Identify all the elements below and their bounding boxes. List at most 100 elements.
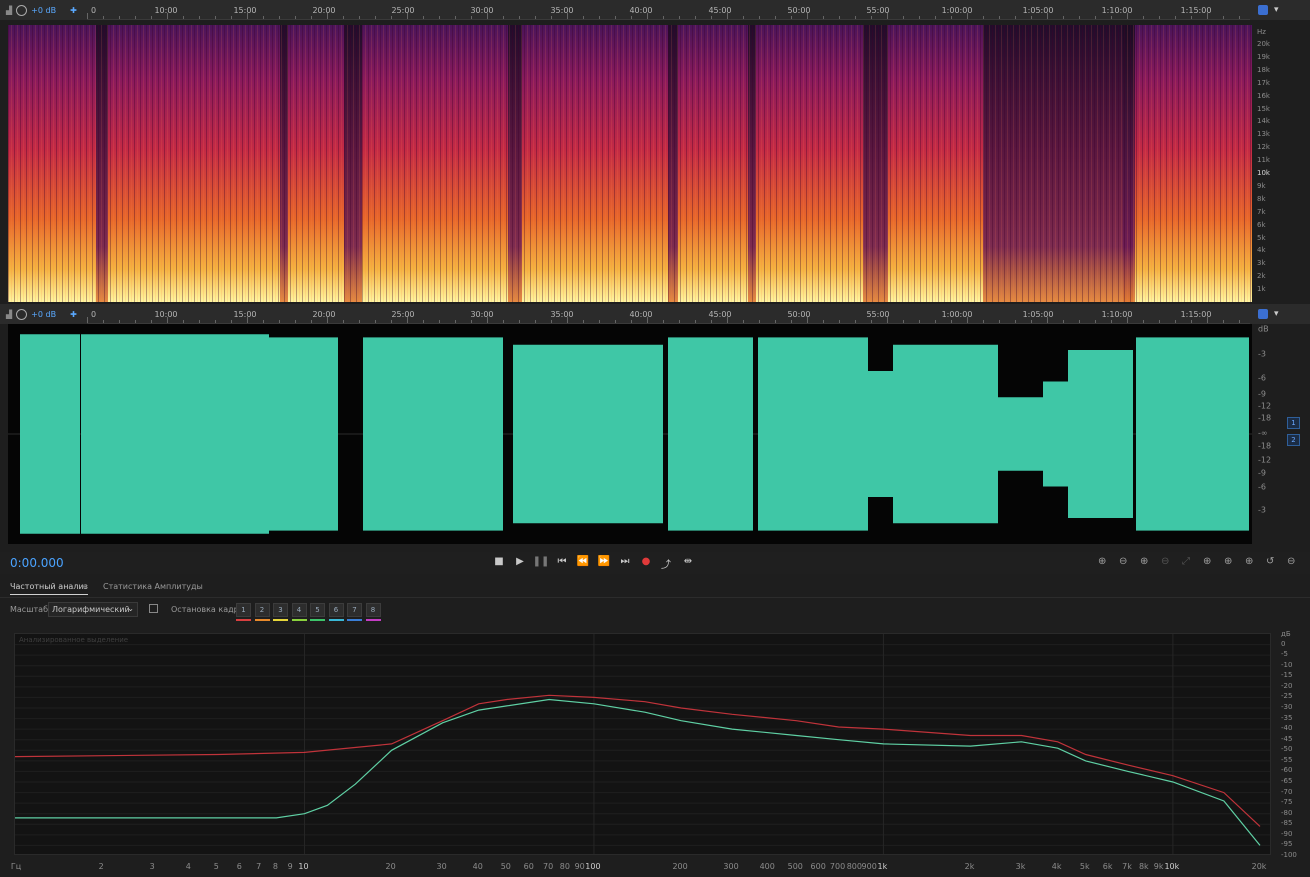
timeline-tick [439,320,440,323]
frequency-label: 6k [1257,220,1266,229]
zoom-track-icon[interactable] [1258,5,1268,15]
pin-icon[interactable]: ✚ [70,310,77,319]
frequency-label: 14k [1257,117,1270,126]
x-axis-label: 7k [1122,862,1132,871]
waveform-segment [1068,350,1133,518]
timeline-ruler[interactable]: 0 10:00 15:00 20:00 25:00 30:00 35:00 40:00 45:0… [87,304,1250,324]
timeline-tick [1063,320,1064,323]
analysis-options: Масштаб: Логарифмический ⌄ Остановка кад… [0,602,1310,624]
timeline-tick [855,320,856,323]
freeze-frame-button-1[interactable]: 1 [236,603,251,617]
x-axis-label: 5k [1079,862,1090,871]
gain-label[interactable]: +0 dB [31,310,56,319]
freeze-frame-button-3[interactable]: 3 [273,603,288,617]
zoom-reset-icon[interactable]: ↺ [1266,556,1274,567]
skip-selection-icon[interactable]: ⇹ [684,556,692,567]
freeze-frame-button-2[interactable]: 2 [254,603,270,617]
timeline-tick [631,320,632,323]
waveform-segment [758,337,868,531]
play-icon[interactable]: ▶ [516,556,524,567]
waveform-segment [998,397,1043,471]
timeline-tick [359,16,360,19]
timeline-tick [247,317,248,323]
timeline-tick [487,317,488,323]
timeline-tick [391,320,392,323]
spectral-display[interactable] [8,25,1252,302]
x-axis-label: 20k [1251,862,1267,871]
pin-icon[interactable]: ✚ [70,6,77,15]
marker-pin-icon[interactable]: ▾ [1274,5,1279,15]
record-icon[interactable]: ● [642,556,651,567]
channel-1-toggle[interactable]: 1 [1287,417,1300,429]
zoom-in-right-icon[interactable]: ⊕ [1224,556,1232,567]
freeze-frame-button-5[interactable]: 5 [310,603,325,617]
zoom-out-full-icon[interactable]: ⊖ [1287,556,1295,567]
timeline-tick [663,320,664,323]
db-label: -9 [1258,389,1266,399]
x-axis-label: 9k [1153,862,1164,871]
zoom-selection-icon[interactable]: ⊕ [1245,556,1253,567]
timeline-tick [1239,320,1240,323]
timeline-tick [791,16,792,19]
level-meter-icon[interactable]: ▟ [6,6,12,15]
timeline-tick [759,16,760,19]
timeline-tick [647,13,648,19]
zoom-in-time-icon[interactable]: ⊕ [1140,556,1148,567]
gain-knob-icon[interactable] [16,4,28,16]
x-axis-label: 70 [543,862,554,871]
timeline-label: 45:00 [708,310,732,319]
rewind-icon[interactable]: ⏪ [577,556,589,567]
timeline-label: 0 [91,310,97,319]
db-label: -18 [1258,441,1272,451]
waveform-display[interactable] [8,324,1252,544]
x-axis-label: 500 [787,862,803,871]
loop-icon[interactable]: ⤴ [661,556,671,571]
level-meter-icon[interactable]: ▟ [6,310,12,319]
tab-frequency-analysis[interactable]: Частотный анализ [10,582,88,595]
copy-icon[interactable] [149,604,158,613]
y-axis-label: -20 [1281,681,1293,690]
timeline-tick [551,16,552,19]
frequency-graph[interactable]: Анализированное выделение [14,633,1271,855]
gain-knob-icon[interactable] [16,308,28,320]
y-axis-label: -10 [1281,660,1293,669]
fast-forward-icon[interactable]: ⏩ [598,556,610,567]
x-axis-label: 300 [723,862,739,871]
zoom-in-amplitude-icon[interactable]: ⊕ [1098,556,1106,567]
go-end-icon[interactable]: ⏭ [621,556,630,567]
freeze-frame-color [328,619,344,621]
timeline-tick [551,320,552,323]
y-axis-label: -25 [1281,692,1293,701]
zoom-full-icon[interactable]: ⤢ [1182,556,1190,567]
db-label: -6 [1258,482,1266,492]
x-axis-label: 100 [585,862,601,871]
timeline-tick [1015,16,1016,19]
timeline-tick [951,16,952,19]
zoom-out-time-icon[interactable]: ⊖ [1161,556,1169,567]
zoom-track-icon[interactable] [1258,309,1268,319]
timeline-tick [1223,16,1224,19]
gain-label[interactable]: +0 dB [31,6,56,15]
frequency-label: 20k [1257,40,1270,48]
freeze-frame-button-6[interactable]: 6 [328,603,344,617]
freeze-frame-button-4[interactable]: 4 [291,603,307,617]
frequency-label: 19k [1257,52,1270,61]
tab-amplitude-statistics[interactable]: Статистика Амплитуды [103,582,203,591]
timeline-tick [119,320,120,323]
panel-menu-icon[interactable]: ≡ [81,582,88,591]
freeze-frame-button-8[interactable]: 8 [365,603,381,617]
stop-icon[interactable]: ■ [494,556,503,567]
timeline-tick [215,16,216,19]
marker-pin-icon[interactable]: ▾ [1274,309,1279,319]
freeze-frame-button-7[interactable]: 7 [347,603,362,617]
freeze-frame-color [347,619,362,621]
pause-icon[interactable]: ❚❚ [533,556,550,567]
timeline-ruler[interactable]: 0 10:00 15:00 20:00 25:00 30:00 35:00 40:00 45:0… [87,0,1250,20]
waveform-segment [258,337,338,531]
timeline-label: 25:00 [391,310,415,319]
zoom-out-amplitude-icon[interactable]: ⊖ [1119,556,1127,567]
scale-select[interactable]: Логарифмический ⌄ [48,602,138,617]
channel-2-toggle[interactable]: 2 [1287,434,1300,446]
go-start-icon[interactable]: ⏮ [558,556,567,567]
zoom-in-left-icon[interactable]: ⊕ [1203,556,1211,567]
